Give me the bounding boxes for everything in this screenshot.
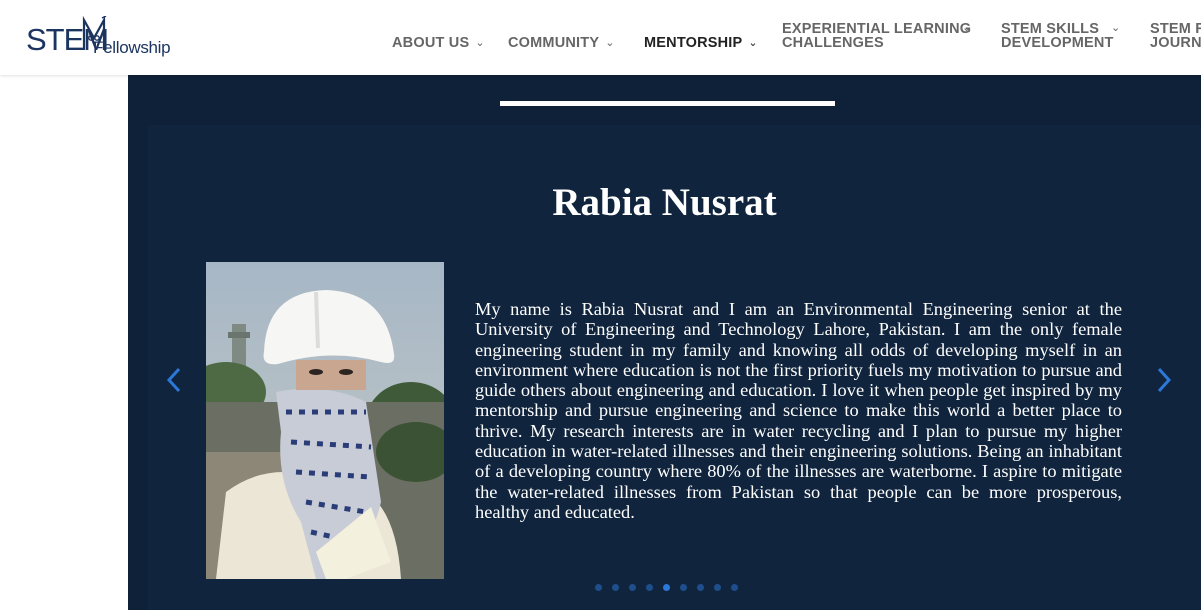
nav-experiential-learning[interactable]: EXPERIENTIAL LEARNING CHALLENGES ⌄ xyxy=(782,21,972,51)
chevron-right-icon xyxy=(1157,367,1172,393)
nav-about-us-label: ABOUT US xyxy=(392,35,470,51)
pagination-dot[interactable] xyxy=(646,584,653,591)
mentor-photo xyxy=(206,262,444,579)
chevron-left-icon xyxy=(166,367,181,393)
nav-stem-skills[interactable]: STEM SKILLS DEVELOPMENT ⌄ xyxy=(1001,21,1120,51)
nav-community[interactable]: COMMUNITY ⌄ xyxy=(508,36,615,51)
nav-mentorship-label: MENTORSHIP xyxy=(644,35,743,51)
site-header: STEM Fellowship ABOUT US ⌄ COMMUNITY ⌄ MEN… xyxy=(0,0,1201,75)
mentor-slider: Rabia Nusrat My name is Rabia Nusrat and… xyxy=(128,75,1201,610)
chevron-down-icon: ⌄ xyxy=(962,22,972,34)
pagination-dot[interactable] xyxy=(663,584,670,591)
nav-stem-skills-line1: STEM SKILLS xyxy=(1001,21,1100,37)
pagination-dot[interactable] xyxy=(595,584,602,591)
pagination-dot[interactable] xyxy=(731,584,738,591)
pagination-dot[interactable] xyxy=(680,584,687,591)
pagination-dot[interactable] xyxy=(629,584,636,591)
chevron-down-icon: ⌄ xyxy=(748,37,758,49)
slider-prev-button[interactable] xyxy=(162,365,188,395)
chevron-down-icon: ⌄ xyxy=(605,37,615,49)
chevron-down-icon: ⌄ xyxy=(475,37,485,49)
nav-experiential-line2: CHALLENGES xyxy=(782,35,884,51)
nav-about-us[interactable]: ABOUT US ⌄ xyxy=(392,36,485,51)
nav-mentorship[interactable]: MENTORSHIP ⌄ xyxy=(644,36,758,51)
nav-stem-journal-line2: JOURNA xyxy=(1150,35,1201,51)
nav-stem-journal[interactable]: STEM FI JOURNA xyxy=(1150,21,1201,51)
mentor-name: Rabia Nusrat xyxy=(552,181,777,224)
chevron-down-icon: ⌄ xyxy=(1111,22,1121,34)
divider-rule xyxy=(500,101,835,106)
nav-community-label: COMMUNITY xyxy=(508,35,600,51)
pagination-dot[interactable] xyxy=(697,584,704,591)
mentor-photo-image xyxy=(206,262,444,579)
nav-stem-skills-line2: DEVELOPMENT xyxy=(1001,35,1114,51)
slider-next-button[interactable] xyxy=(1150,365,1176,395)
stem-fellowship-logo[interactable]: STEM Fellowship xyxy=(26,14,186,62)
mentor-bio: My name is Rabia Nusrat and I am an Envi… xyxy=(475,299,1122,522)
nav-stem-journal-line1: STEM FI xyxy=(1150,21,1201,37)
pagination-dot[interactable] xyxy=(612,584,619,591)
logo-fellowship-text: Fellowship xyxy=(93,38,171,57)
pagination-dot[interactable] xyxy=(714,584,721,591)
nav-experiential-line1: EXPERIENTIAL LEARNING xyxy=(782,21,972,37)
